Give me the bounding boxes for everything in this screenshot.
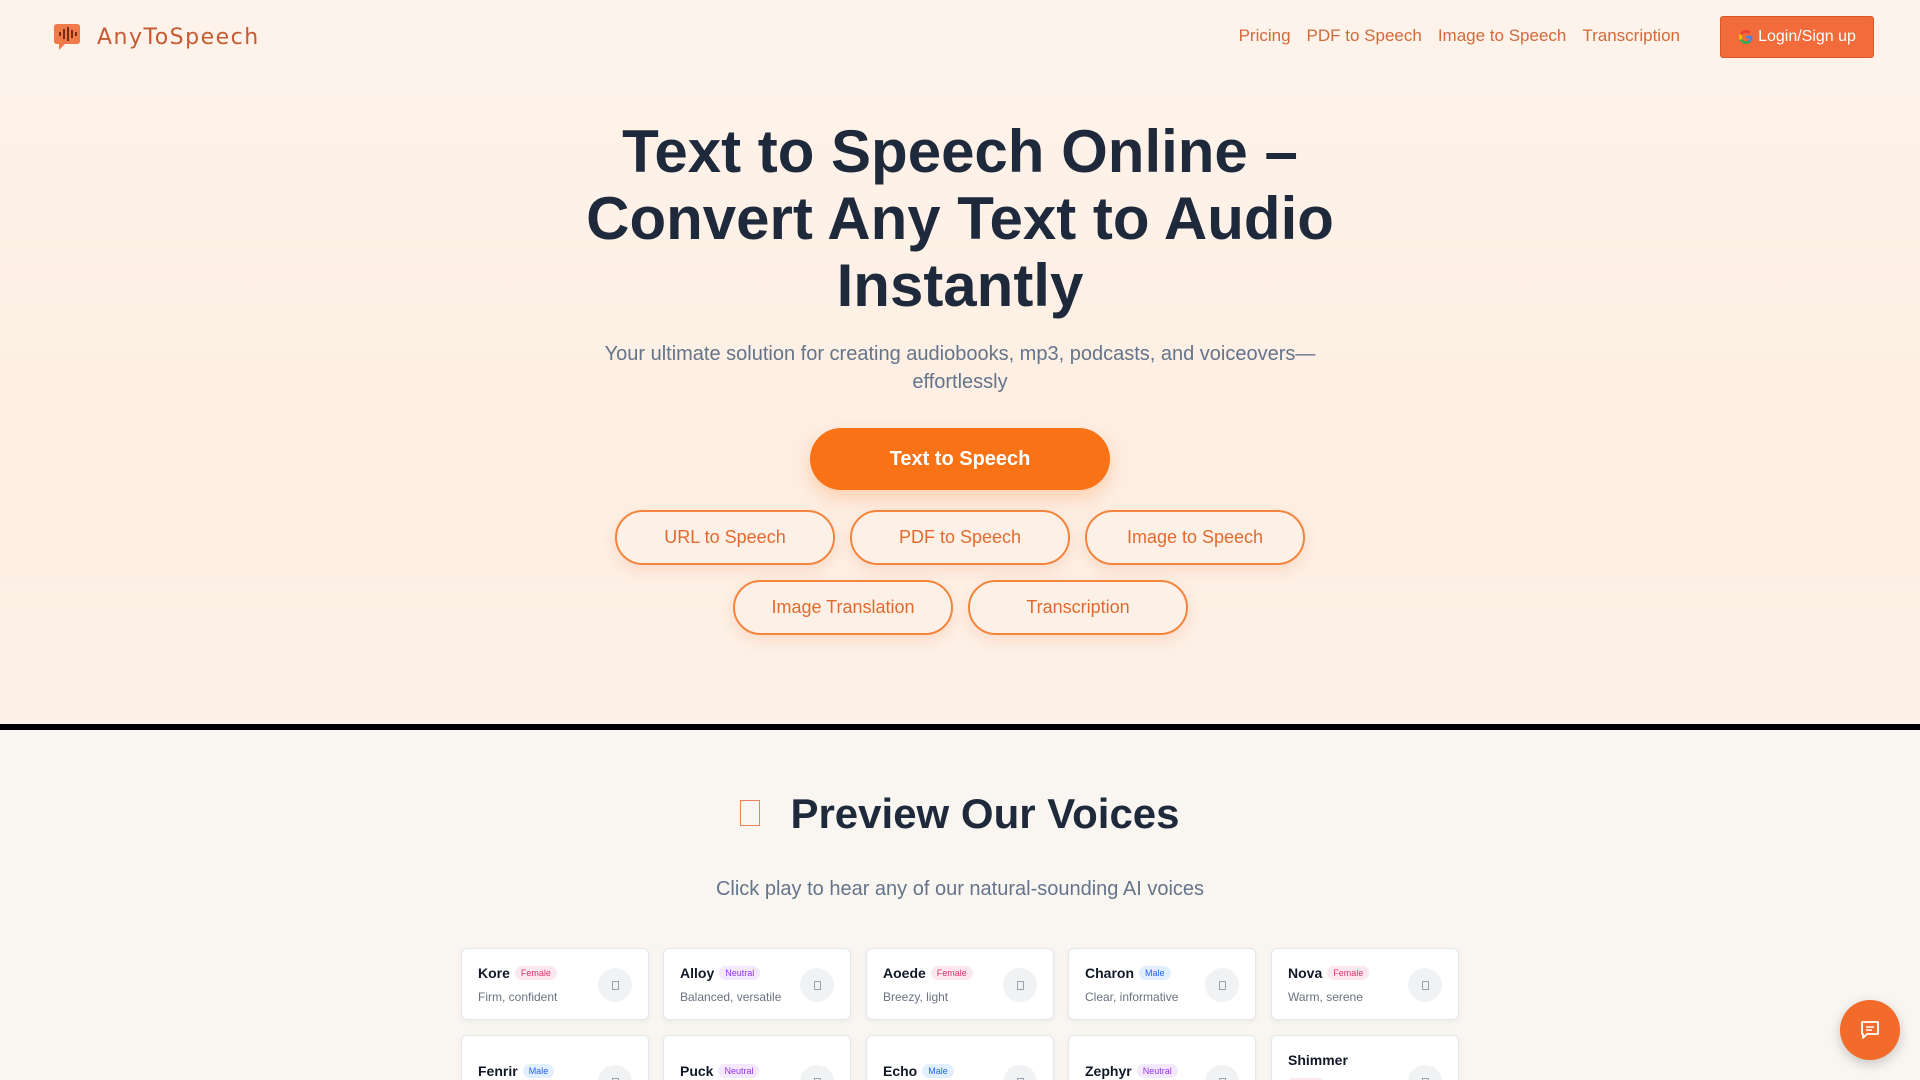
nav-image-to-speech[interactable]: Image to Speech [1438,26,1567,46]
voice-name-text: Charon [1085,965,1134,981]
gender-badge: Male [522,1064,555,1078]
login-signup-label: Login/Sign up [1758,28,1856,45]
voice-card-charon[interactable]: Charon Male Clear, informative [1068,948,1256,1020]
microphone-icon [740,799,761,826]
gender-badge: Neutral [718,1064,760,1078]
play-button[interactable] [1003,968,1037,1002]
voice-card-echo[interactable]: Echo Male [866,1035,1054,1080]
main-nav: Pricing PDF to Speech Image to Speech Tr… [1239,26,1680,46]
voice-description: Balanced, versatile [680,990,782,1004]
voices-heading: Preview Our Voices [0,790,1920,838]
gender-badge: Neutral [1136,1064,1178,1078]
gender-badge: Male [1139,966,1171,980]
play-icon [1421,980,1429,990]
chat-bubble-icon [1861,1021,1879,1039]
voice-card-nova[interactable]: Nova Female Warm, serene [1271,948,1459,1020]
gender-badge: Neutral [719,966,761,980]
voice-name: Charon Male [1085,965,1171,981]
play-button[interactable] [1205,1065,1239,1080]
url-to-speech-button[interactable]: URL to Speech [615,510,835,565]
voice-name-text: Zephyr [1085,1063,1132,1079]
voice-name-text: Shimmer [1288,1052,1348,1068]
gender-badge: Female [514,966,557,980]
voice-name: Kore Female [478,965,557,981]
brand-name: AnyToSpeech [97,24,260,50]
voice-name-text: Kore [478,965,510,981]
voice-card-fenrir[interactable]: Fenrir Male [461,1035,649,1080]
voice-card-shimmer[interactable]: Shimmer [1271,1035,1459,1080]
voice-name-text: Nova [1288,965,1323,981]
voice-name: Zephyr Neutral [1085,1063,1178,1079]
hero-section: Text to Speech Online – Convert Any Text… [0,74,1920,724]
voice-card-puck[interactable]: Puck Neutral [663,1035,851,1080]
voice-name-text: Echo [883,1063,918,1079]
voices-title: Preview Our Voices [790,790,1180,837]
pdf-to-speech-button[interactable]: PDF to Speech [850,510,1070,565]
play-icon [611,980,619,990]
speech-bubble-waveform-icon [54,24,80,50]
play-button[interactable] [1205,968,1239,1002]
login-signup-button[interactable]: Login/Sign up [1720,16,1874,58]
voice-description: Firm, confident [478,990,558,1004]
transcription-button[interactable]: Transcription [968,580,1188,635]
gender-badge: Male [922,1064,954,1078]
image-translation-button[interactable]: Image Translation [733,580,953,635]
voice-name: Aoede Female [883,965,973,981]
gender-badge: Female [1327,966,1370,980]
section-divider [0,724,1920,730]
voice-name-text: Puck [680,1063,714,1079]
voice-card-aoede[interactable]: Aoede Female Breezy, light [866,948,1054,1020]
play-button[interactable] [598,1065,632,1080]
nav-pdf-to-speech[interactable]: PDF to Speech [1307,26,1422,46]
play-icon [1016,980,1024,990]
play-icon [813,980,821,990]
hero-subtitle: Your ultimate solution for creating audi… [604,343,1316,393]
voice-name: Alloy Neutral [680,965,761,981]
google-icon [1739,30,1753,44]
play-button[interactable] [800,968,834,1002]
voice-card-alloy[interactable]: Alloy Neutral Balanced, versatile [663,948,851,1020]
gender-badge: Female [930,966,973,980]
voice-name: Echo Male [883,1063,954,1079]
text-to-speech-button[interactable]: Text to Speech [810,428,1110,490]
play-button[interactable] [1003,1065,1037,1080]
voice-name-text: Alloy [680,965,715,981]
play-button[interactable] [1408,1065,1442,1080]
voice-name: Shimmer [1288,1052,1348,1068]
nav-pricing[interactable]: Pricing [1239,26,1291,46]
voice-name-text: Aoede [883,965,926,981]
brand-logo[interactable]: AnyToSpeech [53,22,260,52]
voice-description: Clear, informative [1085,990,1179,1004]
image-to-speech-button[interactable]: Image to Speech [1085,510,1305,565]
voice-description: Warm, serene [1288,990,1363,1004]
play-button[interactable] [1408,968,1442,1002]
play-button[interactable] [800,1065,834,1080]
voice-description: Breezy, light [883,990,949,1004]
play-button[interactable] [598,968,632,1002]
hero-title: Text to Speech Online – Convert Any Text… [586,118,1334,319]
chat-button[interactable] [1840,1000,1900,1060]
play-icon [1218,980,1226,990]
voice-name: Nova Female [1288,965,1370,981]
voice-card-kore[interactable]: Kore Female Firm, confident [461,948,649,1020]
voice-name-text: Fenrir [478,1063,518,1079]
nav-transcription[interactable]: Transcription [1582,26,1680,46]
voices-subtitle: Click play to hear any of our natural-so… [715,878,1205,900]
voice-card-zephyr[interactable]: Zephyr Neutral [1068,1035,1256,1080]
site-header: AnyToSpeech Pricing PDF to Speech Image … [0,0,1920,74]
voice-name: Fenrir Male [478,1063,555,1079]
voice-name: Puck Neutral [680,1063,760,1079]
